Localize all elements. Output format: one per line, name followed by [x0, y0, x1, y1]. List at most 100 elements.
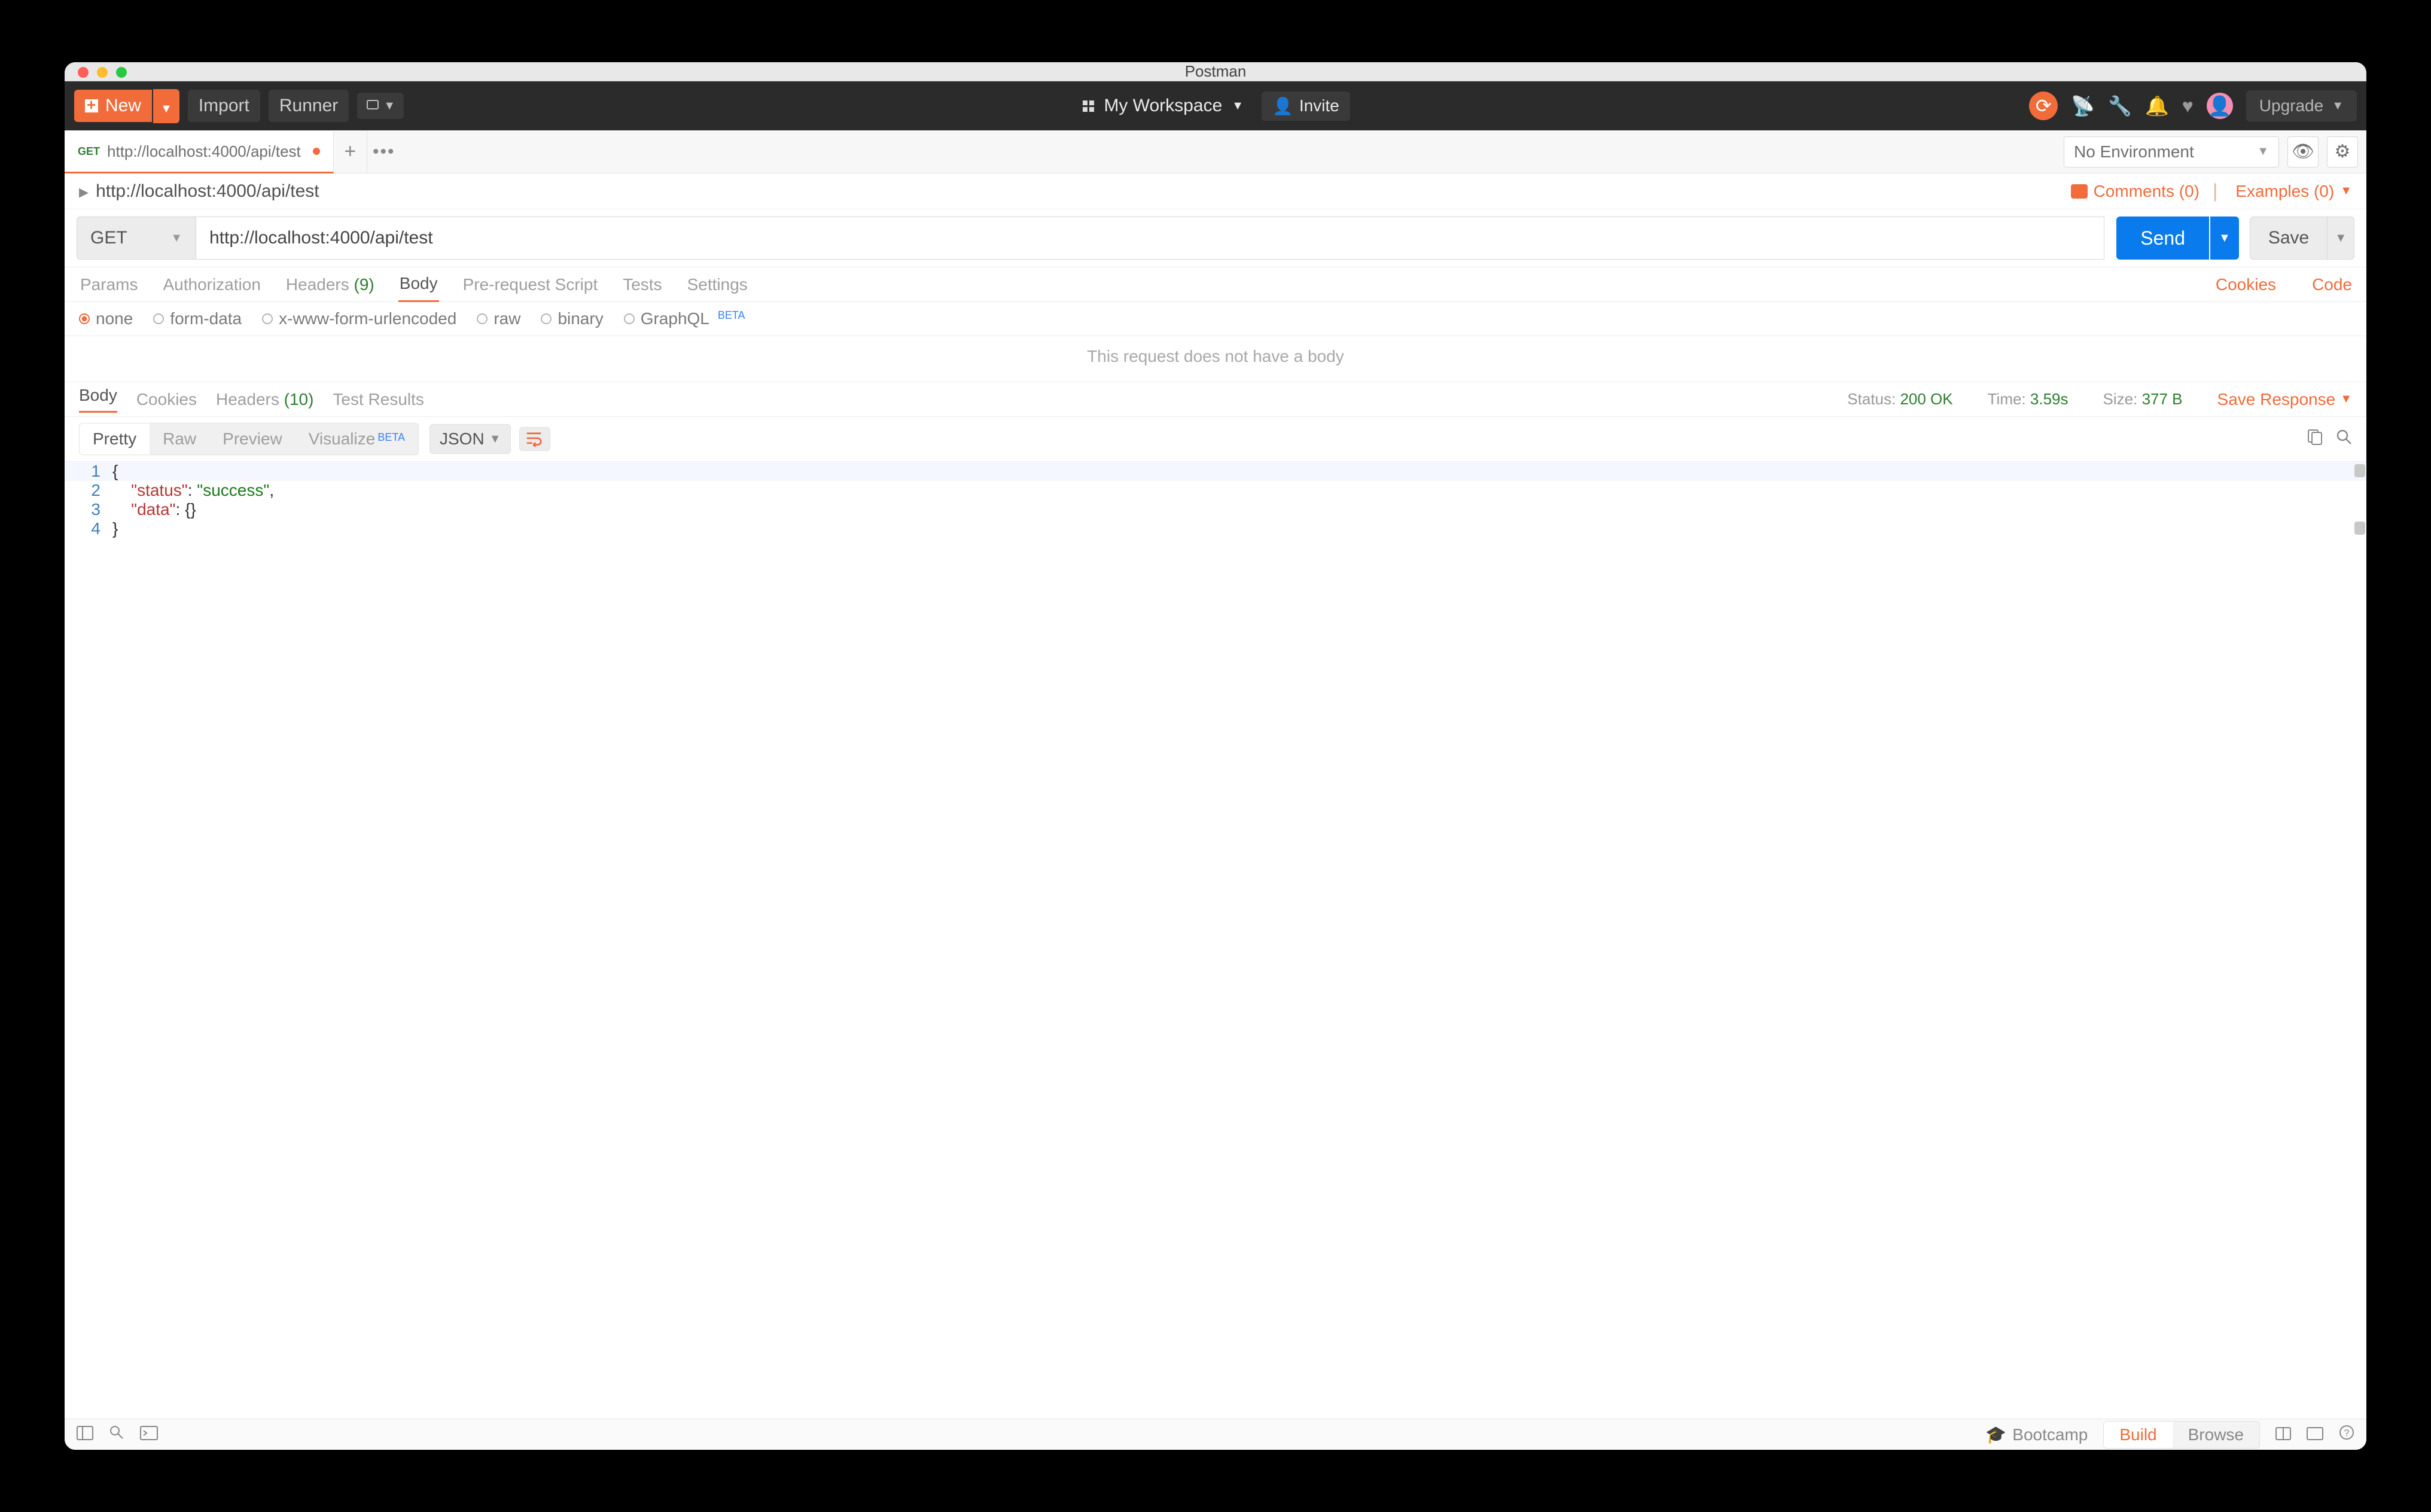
environment-preview-button[interactable]: 👁 — [2287, 136, 2319, 167]
body-type-radios: none form-data x-www-form-urlencoded raw… — [65, 302, 2366, 336]
response-body-viewer[interactable]: 1{ 2 "status": "success", 3 "data": {} 4… — [65, 462, 2366, 1419]
examples-link[interactable]: Examples (0) ▼ — [2235, 182, 2352, 201]
close-window-icon[interactable] — [78, 67, 89, 78]
build-browse-toggle[interactable]: Build Browse — [2103, 1421, 2260, 1449]
avatar-icon: 👤 — [2208, 94, 2232, 117]
seg-visualize[interactable]: VisualizeBETA — [296, 423, 418, 455]
comments-link[interactable]: Comments (0) — [2071, 182, 2200, 201]
seg-pretty[interactable]: Pretty — [80, 423, 150, 455]
wrap-lines-button[interactable] — [519, 427, 550, 451]
save-dropdown[interactable]: ▼ — [2328, 217, 2354, 260]
tab-tests[interactable]: Tests — [622, 268, 663, 301]
runner-button[interactable]: Runner — [269, 90, 349, 122]
response-tab-headers[interactable]: Headers (10) — [216, 390, 313, 409]
console-button[interactable] — [140, 1425, 158, 1444]
tab-prerequest[interactable]: Pre-request Script — [462, 268, 599, 301]
tab-options-button[interactable]: ••• — [367, 130, 401, 173]
search-response-button[interactable] — [2335, 428, 2352, 450]
heart-icon[interactable]: ♥ — [2182, 95, 2194, 117]
request-name[interactable]: http://localhost:4000/api/test — [96, 181, 319, 202]
tab-title: http://localhost:4000/api/test — [107, 142, 301, 161]
keyboard-shortcuts-button[interactable] — [2307, 1425, 2323, 1444]
find-button[interactable] — [109, 1425, 124, 1444]
request-tab[interactable]: GET http://localhost:4000/api/test — [65, 131, 334, 173]
radio-formdata[interactable]: form-data — [153, 309, 242, 328]
tab-headers[interactable]: Headers (9) — [285, 268, 376, 301]
response-header: Body Cookies Headers (10) Test Results S… — [65, 382, 2366, 417]
toggle-sidebar-button[interactable] — [77, 1425, 93, 1444]
keyboard-icon — [2307, 1427, 2323, 1440]
cookies-link[interactable]: Cookies — [2216, 275, 2276, 294]
tab-params[interactable]: Params — [79, 268, 139, 301]
bell-icon[interactable]: 🔔 — [2145, 94, 2169, 117]
radio-binary[interactable]: binary — [541, 309, 603, 328]
help-button[interactable]: ? — [2339, 1425, 2354, 1444]
method-label: GET — [90, 228, 127, 248]
url-row: GET ▼ Send ▼ Save ▼ — [65, 209, 2366, 267]
radio-none[interactable]: none — [79, 309, 133, 328]
response-tab-body[interactable]: Body — [79, 386, 117, 413]
browse-tab[interactable]: Browse — [2173, 1422, 2259, 1448]
code-link[interactable]: Code — [2312, 275, 2352, 294]
search-icon — [109, 1425, 124, 1440]
url-input[interactable] — [196, 217, 2104, 260]
new-dropdown[interactable]: ▼ — [153, 89, 179, 123]
radio-xwww[interactable]: x-www-form-urlencoded — [262, 309, 456, 328]
response-tab-cookies[interactable]: Cookies — [136, 390, 197, 409]
code-line-2: "status": "success", — [112, 481, 274, 500]
method-selector[interactable]: GET ▼ — [77, 217, 196, 260]
import-button[interactable]: Import — [188, 90, 260, 122]
help-icon: ? — [2339, 1425, 2354, 1440]
environment-selector[interactable]: No Environment ▼ — [2064, 136, 2279, 167]
comment-icon — [2071, 184, 2088, 199]
tab-settings[interactable]: Settings — [686, 268, 749, 301]
save-button[interactable]: Save — [2250, 217, 2328, 260]
response-tab-test-results[interactable]: Test Results — [333, 390, 424, 409]
add-tab-button[interactable]: + — [334, 130, 367, 173]
top-toolbar: New ▼ Import Runner ▼ My Workspace ▼ 👤 I… — [65, 81, 2366, 130]
environment-settings-button[interactable]: ⚙ — [2327, 136, 2358, 167]
new-button[interactable]: New — [74, 90, 152, 122]
minimize-window-icon[interactable] — [97, 67, 108, 78]
send-dropdown[interactable]: ▼ — [2210, 217, 2239, 260]
bootcamp-link[interactable]: 🎓 Bootcamp — [1985, 1425, 2088, 1444]
save-response-link[interactable]: Save Response ▼ — [2217, 390, 2352, 409]
time-indicator: Time: 3.59s — [1988, 390, 2069, 409]
tabs-bar: GET http://localhost:4000/api/test + •••… — [65, 130, 2366, 173]
workspace-selector[interactable]: My Workspace ▼ — [1083, 96, 1244, 116]
sync-button[interactable]: ⟳ — [2029, 92, 2058, 120]
wrench-icon[interactable]: 🔧 — [2108, 94, 2132, 117]
radio-graphql[interactable]: GraphQLBETA — [624, 309, 745, 328]
search-icon — [2335, 428, 2352, 445]
maximize-window-icon[interactable] — [116, 67, 127, 78]
invite-button[interactable]: 👤 Invite — [1262, 92, 1350, 121]
satellite-icon[interactable]: 📡 — [2071, 94, 2095, 117]
two-pane-button[interactable] — [2275, 1425, 2291, 1444]
tab-authorization[interactable]: Authorization — [162, 268, 261, 301]
radio-raw[interactable]: raw — [477, 309, 520, 328]
environment-label: No Environment — [2074, 142, 2194, 161]
view-mode-segmented: Pretty Raw Preview VisualizeBETA — [79, 423, 419, 455]
tab-body[interactable]: Body — [398, 267, 439, 302]
expand-icon[interactable]: ▸ — [79, 180, 89, 203]
copy-icon — [2307, 428, 2323, 445]
wrap-icon — [526, 431, 544, 447]
request-section-tabs: Params Authorization Headers (9) Body Pr… — [65, 267, 2366, 302]
titlebar: Postman — [65, 62, 2366, 81]
send-button[interactable]: Send — [2116, 217, 2209, 260]
copy-response-button[interactable] — [2307, 428, 2323, 450]
two-pane-icon — [2275, 1427, 2291, 1440]
user-avatar[interactable]: 👤 — [2207, 93, 2233, 119]
app-window: Postman New ▼ Import Runner ▼ My Workspa… — [65, 62, 2366, 1450]
panel-icon — [77, 1426, 93, 1440]
language-selector[interactable]: JSON ▼ — [429, 424, 511, 454]
seg-preview[interactable]: Preview — [209, 423, 296, 455]
sync-icon: ⟳ — [2036, 94, 2052, 117]
window-title: Postman — [65, 62, 2366, 81]
code-line-3: "data": {} — [112, 500, 196, 519]
seg-raw[interactable]: Raw — [150, 423, 209, 455]
person-add-icon: 👤 — [1272, 96, 1293, 116]
open-new-dropdown[interactable]: ▼ — [357, 93, 404, 119]
upgrade-button[interactable]: Upgrade ▼ — [2246, 90, 2357, 121]
build-tab[interactable]: Build — [2104, 1422, 2172, 1448]
